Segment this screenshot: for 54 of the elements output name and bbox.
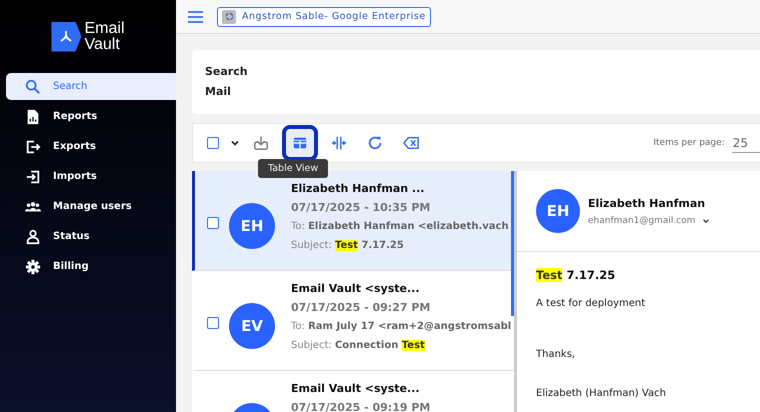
logo-text: Email Vault xyxy=(84,20,124,52)
message-date: 07/17/2025 - 09:27 PM xyxy=(291,301,432,314)
avatar: EH xyxy=(229,203,275,249)
split-icon xyxy=(331,135,347,151)
sidebar-item[interactable]: Manage users xyxy=(6,193,176,220)
export-icon xyxy=(25,138,41,154)
sidebar-item[interactable]: Billing xyxy=(6,253,176,280)
sender-name: Elizabeth Hanfman xyxy=(588,196,706,210)
tooltip: Table View xyxy=(258,159,328,178)
sender-name: Email Vault <syste... xyxy=(291,382,421,395)
message-checkbox[interactable] xyxy=(207,317,219,329)
subject-line: Subject: Test 7.17.25 xyxy=(291,239,405,252)
gear-icon xyxy=(25,258,41,274)
refresh-icon xyxy=(367,135,383,151)
card-title: Mail xyxy=(205,84,232,100)
message-item[interactable]: Email Vault <syste... 07/17/2025 - 09:19 PM xyxy=(192,371,514,412)
logo-mark-icon xyxy=(51,22,82,52)
sidebar-item[interactable]: Search xyxy=(6,73,176,100)
menu-icon[interactable] xyxy=(188,10,203,22)
sidebar-item[interactable]: Status xyxy=(6,223,176,250)
recipient-line: To: Elizabeth Hanfman <elizabeth.vach xyxy=(291,220,509,233)
message-text: Thanks, xyxy=(536,349,576,360)
search-icon xyxy=(25,78,41,94)
items-per-page-field[interactable]: 25 xyxy=(732,134,760,152)
avatar: EH xyxy=(536,189,580,233)
message-text: A test for deployment xyxy=(536,298,646,309)
message-text: Elizabeth (Hanfman) Vach xyxy=(536,388,667,399)
select-all-checkbox[interactable] xyxy=(207,137,219,149)
message-checkbox[interactable] xyxy=(207,217,219,229)
clear-icon xyxy=(403,135,419,151)
card-title: Search xyxy=(205,64,249,80)
account-icon xyxy=(222,10,236,24)
sidebar-item[interactable]: Reports xyxy=(6,103,176,130)
import-icon xyxy=(25,168,41,184)
person-icon xyxy=(25,228,41,244)
message-date: 07/17/2025 - 10:35 PM xyxy=(291,201,432,214)
sender-email: ehanfman1@gmail.com xyxy=(588,216,696,226)
sender-name: Elizabeth Hanfman ... xyxy=(291,182,426,195)
recipient-line: To: Ram July 17 <ram+2@angstromsabl xyxy=(291,320,512,333)
avatar: EV xyxy=(229,303,275,349)
document-icon xyxy=(25,108,41,124)
caret-icon[interactable] xyxy=(230,138,240,148)
message-item[interactable]: EH Elizabeth Hanfman ... 07/17/2025 - 10:35 PM To: Elizabeth Hanfman <elizabeth.vach Subject: Test 7.17.25 xyxy=(192,171,514,271)
caret-icon[interactable] xyxy=(702,216,710,224)
message-date: 07/17/2025 - 09:19 PM xyxy=(291,401,430,412)
account-selector[interactable]: Angstrom Sable- Google Enterprise xyxy=(217,6,431,26)
sender-name: Email Vault <syste... xyxy=(291,282,421,295)
sidebar-item[interactable]: Exports xyxy=(6,133,176,160)
download-icon xyxy=(253,135,269,151)
table-button[interactable] xyxy=(282,125,318,161)
table-icon xyxy=(292,135,308,151)
scrollbar-thumb[interactable] xyxy=(511,171,514,316)
items-per-page-label: Items per page: xyxy=(653,138,725,148)
sidebar-item[interactable]: Imports xyxy=(6,163,176,190)
